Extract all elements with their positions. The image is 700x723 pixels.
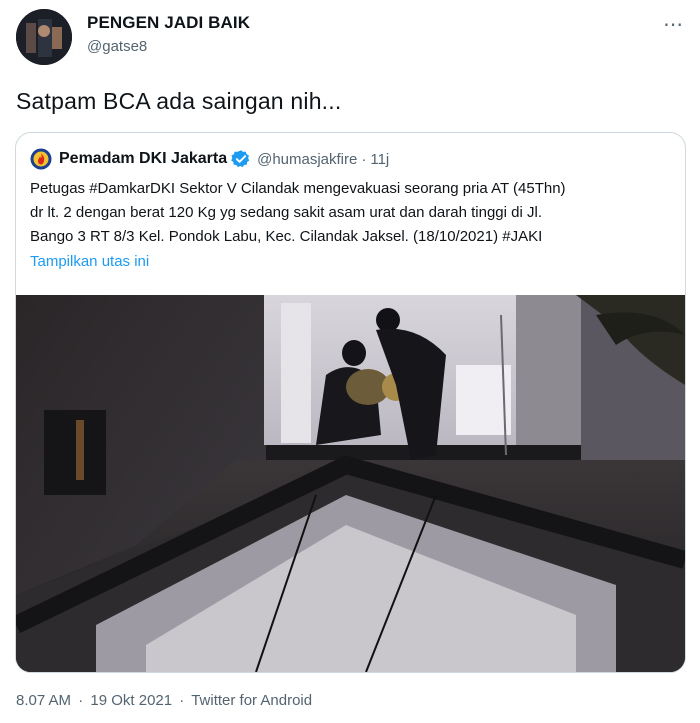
quoted-tweet-header: Pemadam DKI Jakarta @humasjakfire · 11j bbox=[30, 147, 389, 171]
tweet-time[interactable]: 8.07 AM bbox=[16, 692, 71, 709]
quoted-timestamp[interactable]: 11j bbox=[370, 151, 389, 168]
quoted-account-name[interactable]: Pemadam DKI Jakarta bbox=[59, 150, 227, 168]
quoted-photo[interactable] bbox=[16, 295, 685, 672]
quoted-text-line: dr lt. 2 dengan berat 120 Kg yg sedang s… bbox=[30, 204, 542, 221]
tweet-metadata: 8.07 AM · 19 Okt 2021 · Twitter for Andr… bbox=[16, 692, 315, 709]
dot-separator: · bbox=[179, 692, 185, 709]
dot-separator: · bbox=[361, 150, 367, 168]
tweet-source: Twitter for Android bbox=[191, 692, 313, 709]
rescue-photo-image bbox=[16, 295, 685, 672]
tweet-date[interactable]: 19 Okt 2021 bbox=[90, 692, 172, 709]
fire-department-logo-icon[interactable] bbox=[30, 148, 52, 170]
tweet: PENGEN JADI BAIK @gatse8 ⋯ Satpam BCA ad… bbox=[0, 0, 700, 723]
avatar[interactable] bbox=[16, 9, 72, 65]
quoted-tweet-text: Petugas #DamkarDKI Sektor V Cilandak men… bbox=[30, 177, 670, 249]
quoted-handle[interactable]: @humasjakfire bbox=[257, 151, 357, 168]
tweet-text: Satpam BCA ada saingan nih... bbox=[16, 88, 342, 114]
quoted-text-line: Petugas #DamkarDKI Sektor V Cilandak men… bbox=[30, 180, 566, 197]
avatar-photo bbox=[16, 9, 72, 65]
quoted-tweet[interactable]: Pemadam DKI Jakarta @humasjakfire · 11j … bbox=[15, 132, 686, 673]
quoted-text-line: Bango 3 RT 8/3 Kel. Pondok Labu, Kec. Ci… bbox=[30, 228, 543, 245]
verified-badge-icon bbox=[231, 149, 251, 169]
display-name[interactable]: PENGEN JADI BAIK bbox=[87, 13, 250, 33]
dot-separator: · bbox=[78, 692, 84, 709]
user-handle[interactable]: @gatse8 bbox=[87, 38, 147, 55]
show-thread-link[interactable]: Tampilkan utas ini bbox=[30, 253, 149, 270]
more-options-icon[interactable]: ⋯ bbox=[663, 12, 684, 37]
